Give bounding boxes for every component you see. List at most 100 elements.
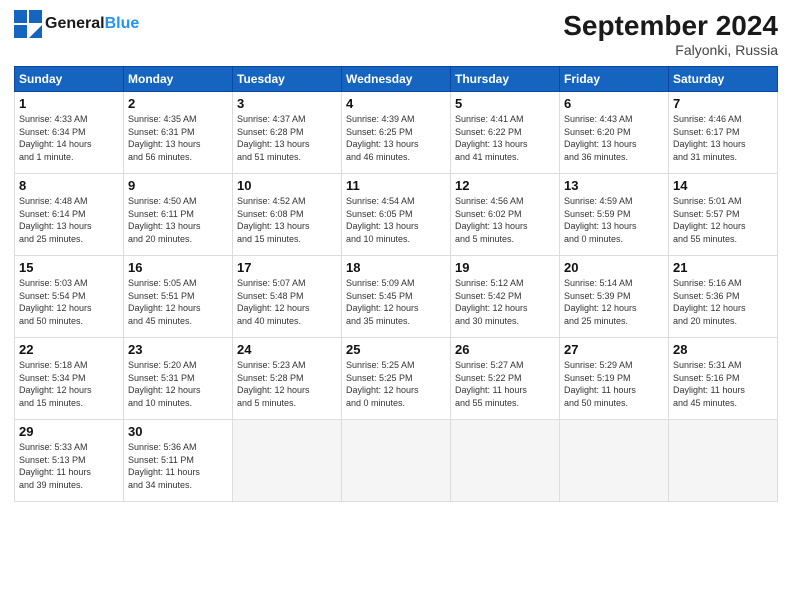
- day-number: 4: [346, 96, 446, 111]
- cell-info: Sunrise: 5:33 AMSunset: 5:13 PMDaylight:…: [19, 441, 119, 491]
- cell-info: Sunrise: 5:29 AMSunset: 5:19 PMDaylight:…: [564, 359, 664, 409]
- calendar-header-wednesday: Wednesday: [342, 67, 451, 92]
- calendar-cell: 25 Sunrise: 5:25 AMSunset: 5:25 PMDayligh…: [342, 338, 451, 420]
- calendar-cell: 16Sunrise: 5:05 AMSunset: 5:51 PMDayligh…: [124, 256, 233, 338]
- calendar-week-row: 29Sunrise: 5:33 AMSunset: 5:13 PMDayligh…: [15, 420, 778, 502]
- calendar-cell: 3Sunrise: 4:37 AMSunset: 6:28 PMDaylight…: [233, 92, 342, 174]
- calendar-cell: 29Sunrise: 5:33 AMSunset: 5:13 PMDayligh…: [15, 420, 124, 502]
- logo-icon: [14, 10, 42, 38]
- cell-info: Sunrise: 4:48 AMSunset: 6:14 PMDaylight:…: [19, 195, 119, 245]
- cell-info: Sunrise: 4:43 AMSunset: 6:20 PMDaylight:…: [564, 113, 664, 163]
- day-number: 26: [455, 342, 555, 357]
- cell-info: Sunrise: 5:16 AMSunset: 5:36 PMDaylight:…: [673, 277, 773, 327]
- day-number: 19: [455, 260, 555, 275]
- cell-info: Sunrise: 4:41 AMSunset: 6:22 PMDaylight:…: [455, 113, 555, 163]
- day-number: 9: [128, 178, 228, 193]
- calendar-cell: 5 Sunrise: 4:41 AMSunset: 6:22 PMDaylight…: [451, 92, 560, 174]
- calendar-cell: 15 Sunrise: 5:03 AMSunset: 5:54 PMDayligh…: [15, 256, 124, 338]
- day-number: 13: [564, 178, 664, 193]
- day-number: 6: [564, 96, 664, 111]
- cell-info: Sunrise: 5:05 AMSunset: 5:51 PMDaylight:…: [128, 277, 228, 327]
- calendar-cell: 9 Sunrise: 4:50 AMSunset: 6:11 PMDaylight…: [124, 174, 233, 256]
- day-number: 2: [128, 96, 228, 111]
- day-number: 14: [673, 178, 773, 193]
- cell-info: Sunrise: 4:52 AMSunset: 6:08 PMDaylight:…: [237, 195, 337, 245]
- page-container: GeneralBlue September 2024 Falyonki, Rus…: [0, 0, 792, 512]
- cell-info: Sunrise: 5:27 AMSunset: 5:22 PMDaylight:…: [455, 359, 555, 409]
- cell-info: Sunrise: 4:54 AMSunset: 6:05 PMDaylight:…: [346, 195, 446, 245]
- day-number: 8: [19, 178, 119, 193]
- day-number: 10: [237, 178, 337, 193]
- cell-info: Sunrise: 5:03 AMSunset: 5:54 PMDaylight:…: [19, 277, 119, 327]
- title-block: September 2024 Falyonki, Russia: [563, 10, 778, 58]
- calendar-week-row: 1 Sunrise: 4:33 AMSunset: 6:34 PMDaylight…: [15, 92, 778, 174]
- calendar-week-row: 22Sunrise: 5:18 AMSunset: 5:34 PMDayligh…: [15, 338, 778, 420]
- cell-info: Sunrise: 4:50 AMSunset: 6:11 PMDaylight:…: [128, 195, 228, 245]
- month-title: September 2024: [563, 10, 778, 42]
- cell-info: Sunrise: 4:59 AMSunset: 5:59 PMDaylight:…: [564, 195, 664, 245]
- calendar-cell: 19 Sunrise: 5:12 AMSunset: 5:42 PMDayligh…: [451, 256, 560, 338]
- calendar-cell: 1 Sunrise: 4:33 AMSunset: 6:34 PMDaylight…: [15, 92, 124, 174]
- calendar-cell: 14 Sunrise: 5:01 AMSunset: 5:57 PMDayligh…: [669, 174, 778, 256]
- calendar-cell: [342, 420, 451, 502]
- calendar-cell: 24 Sunrise: 5:23 AMSunset: 5:28 PMDayligh…: [233, 338, 342, 420]
- cell-info: Sunrise: 5:23 AMSunset: 5:28 PMDaylight:…: [237, 359, 337, 409]
- calendar-cell: 17 Sunrise: 5:07 AMSunset: 5:48 PMDayligh…: [233, 256, 342, 338]
- cell-info: Sunrise: 4:46 AMSunset: 6:17 PMDaylight:…: [673, 113, 773, 163]
- calendar-cell: 21 Sunrise: 5:16 AMSunset: 5:36 PMDayligh…: [669, 256, 778, 338]
- day-number: 1: [19, 96, 119, 111]
- calendar-table: SundayMondayTuesdayWednesdayThursdayFrid…: [14, 66, 778, 502]
- day-number: 15: [19, 260, 119, 275]
- calendar-cell: [669, 420, 778, 502]
- calendar-cell: 2 Sunrise: 4:35 AMSunset: 6:31 PMDaylight…: [124, 92, 233, 174]
- header: GeneralBlue September 2024 Falyonki, Rus…: [14, 10, 778, 58]
- calendar-cell: [451, 420, 560, 502]
- day-number: 12: [455, 178, 555, 193]
- day-number: 20: [564, 260, 664, 275]
- cell-info: Sunrise: 5:14 AMSunset: 5:39 PMDaylight:…: [564, 277, 664, 327]
- calendar-header-monday: Monday: [124, 67, 233, 92]
- logo: GeneralBlue: [14, 10, 139, 38]
- cell-info: Sunrise: 5:07 AMSunset: 5:48 PMDaylight:…: [237, 277, 337, 327]
- calendar-cell: 28Sunrise: 5:31 AMSunset: 5:16 PMDayligh…: [669, 338, 778, 420]
- calendar-cell: 8 Sunrise: 4:48 AMSunset: 6:14 PMDaylight…: [15, 174, 124, 256]
- calendar-cell: 27 Sunrise: 5:29 AMSunset: 5:19 PMDayligh…: [560, 338, 669, 420]
- calendar-header-saturday: Saturday: [669, 67, 778, 92]
- cell-info: Sunrise: 5:01 AMSunset: 5:57 PMDaylight:…: [673, 195, 773, 245]
- logo-line1: GeneralBlue: [45, 15, 139, 33]
- calendar-cell: 7 Sunrise: 4:46 AMSunset: 6:17 PMDaylight…: [669, 92, 778, 174]
- day-number: 28: [673, 342, 773, 357]
- day-number: 24: [237, 342, 337, 357]
- cell-info: Sunrise: 4:33 AMSunset: 6:34 PMDaylight:…: [19, 113, 119, 163]
- calendar-header-sunday: Sunday: [15, 67, 124, 92]
- day-number: 25: [346, 342, 446, 357]
- calendar-cell: 18Sunrise: 5:09 AMSunset: 5:45 PMDayligh…: [342, 256, 451, 338]
- cell-info: Sunrise: 5:09 AMSunset: 5:45 PMDaylight:…: [346, 277, 446, 327]
- cell-info: Sunrise: 5:20 AMSunset: 5:31 PMDaylight:…: [128, 359, 228, 409]
- day-number: 22: [19, 342, 119, 357]
- cell-info: Sunrise: 4:35 AMSunset: 6:31 PMDaylight:…: [128, 113, 228, 163]
- day-number: 17: [237, 260, 337, 275]
- day-number: 11: [346, 178, 446, 193]
- day-number: 5: [455, 96, 555, 111]
- calendar-cell: 30Sunrise: 5:36 AMSunset: 5:11 PMDayligh…: [124, 420, 233, 502]
- calendar-week-row: 15 Sunrise: 5:03 AMSunset: 5:54 PMDayligh…: [15, 256, 778, 338]
- day-number: 27: [564, 342, 664, 357]
- cell-info: Sunrise: 5:25 AMSunset: 5:25 PMDaylight:…: [346, 359, 446, 409]
- cell-info: Sunrise: 5:12 AMSunset: 5:42 PMDaylight:…: [455, 277, 555, 327]
- calendar-cell: 10 Sunrise: 4:52 AMSunset: 6:08 PMDayligh…: [233, 174, 342, 256]
- calendar-cell: [560, 420, 669, 502]
- day-number: 7: [673, 96, 773, 111]
- calendar-cell: 6 Sunrise: 4:43 AMSunset: 6:20 PMDaylight…: [560, 92, 669, 174]
- calendar-cell: 20 Sunrise: 5:14 AMSunset: 5:39 PMDayligh…: [560, 256, 669, 338]
- calendar-header-row: SundayMondayTuesdayWednesdayThursdayFrid…: [15, 67, 778, 92]
- location: Falyonki, Russia: [563, 42, 778, 58]
- day-number: 21: [673, 260, 773, 275]
- cell-info: Sunrise: 4:56 AMSunset: 6:02 PMDaylight:…: [455, 195, 555, 245]
- calendar-header-friday: Friday: [560, 67, 669, 92]
- calendar-cell: 23 Sunrise: 5:20 AMSunset: 5:31 PMDayligh…: [124, 338, 233, 420]
- calendar-header-thursday: Thursday: [451, 67, 560, 92]
- day-number: 23: [128, 342, 228, 357]
- calendar-cell: 11 Sunrise: 4:54 AMSunset: 6:05 PMDayligh…: [342, 174, 451, 256]
- cell-info: Sunrise: 4:39 AMSunset: 6:25 PMDaylight:…: [346, 113, 446, 163]
